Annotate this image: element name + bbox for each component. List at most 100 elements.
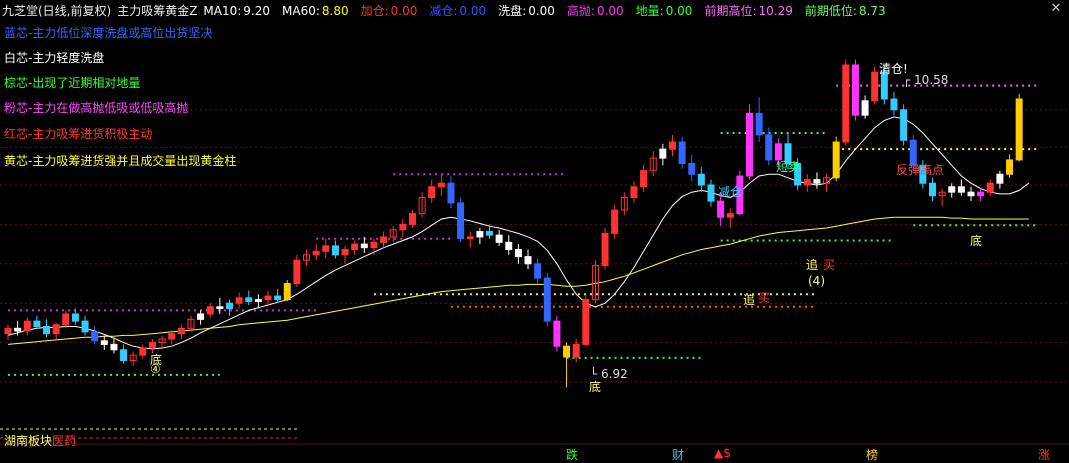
candle-body	[283, 283, 291, 301]
indicator-field-value: 9.20	[243, 3, 271, 18]
candle-body	[437, 182, 445, 188]
label-di-2: 底	[589, 380, 602, 394]
candle-body	[495, 234, 503, 243]
candle	[62, 310, 70, 329]
candle-body	[148, 342, 156, 349]
legend-pink-text: 粉芯-主力在做高抛低吸或低吸高抛	[4, 101, 189, 115]
candle-body	[216, 306, 224, 310]
candle-body	[986, 182, 994, 193]
tag-zhang[interactable]: 涨	[1038, 446, 1050, 463]
indicator-field-value: 0.00	[390, 3, 418, 18]
candle-body	[996, 173, 1004, 184]
candle	[23, 317, 31, 336]
candle-body	[803, 179, 811, 186]
candle-body	[254, 299, 262, 302]
label-jiancang: 减仓	[718, 185, 743, 199]
candle-body	[668, 141, 676, 150]
candle-body	[1015, 98, 1023, 161]
candle-body	[563, 345, 571, 358]
candle	[707, 179, 715, 207]
candle-body	[697, 173, 705, 186]
candle-body	[225, 302, 233, 310]
candle-body	[110, 343, 118, 351]
candle-body	[360, 243, 368, 249]
indicator-field-label: 前期低位:	[804, 3, 857, 18]
candle-body	[447, 182, 455, 204]
indicator-name[interactable]: 主力吸筹黄金Z	[117, 2, 197, 19]
candle-body	[524, 256, 532, 265]
candle	[726, 208, 734, 228]
candle-body	[33, 320, 41, 327]
candle	[110, 339, 118, 354]
candle-body	[678, 141, 686, 164]
candle	[649, 150, 657, 177]
candle-body	[813, 179, 821, 184]
candle-body	[235, 297, 243, 304]
candle-body	[765, 134, 773, 161]
candle-body	[139, 347, 147, 356]
tag-bang[interactable]: 榜	[866, 446, 878, 463]
candle	[591, 260, 599, 304]
indicator-field-label: MA10:	[203, 3, 242, 18]
candle	[322, 238, 330, 259]
candle	[341, 245, 349, 264]
candle	[370, 238, 378, 255]
candle	[380, 231, 388, 248]
indicator-field: 高抛: 0.00	[567, 4, 630, 18]
candle-body	[81, 320, 89, 333]
legend-pink: 粉芯-主力在做高抛低吸或低吸高抛	[4, 99, 188, 116]
candle	[389, 226, 397, 243]
candle	[437, 174, 445, 196]
header-bar: 九芝堂(日线,前复权) 主力吸筹黄金Z MA10: 9.20 MA60: 8.80 加仓…	[0, 0, 1069, 20]
candle-body	[43, 325, 51, 335]
close-icon[interactable]: ✕	[1049, 2, 1063, 16]
candle	[139, 344, 147, 359]
candlestick-chart[interactable]	[0, 0, 1069, 463]
candle-body	[4, 327, 12, 335]
candle	[832, 136, 840, 182]
candle-body	[572, 343, 580, 358]
candle	[524, 249, 532, 270]
candle	[274, 288, 282, 304]
sector-hunan[interactable]: 湖南板块医药	[4, 432, 76, 449]
candle	[71, 308, 79, 325]
candle-body	[312, 250, 320, 256]
indicator-field-label: 高抛:	[566, 3, 595, 18]
label-mai-1: 买	[758, 291, 771, 305]
candle	[746, 104, 754, 180]
candle-body	[746, 112, 754, 177]
candle	[351, 240, 359, 255]
tag-die[interactable]: 跌	[566, 446, 578, 463]
candle	[957, 179, 965, 196]
candle	[254, 294, 262, 309]
candle	[534, 258, 542, 284]
candle-body	[688, 162, 696, 175]
candle-body	[707, 184, 715, 202]
low-price-value: 6.92	[601, 367, 628, 381]
candle-body	[197, 313, 205, 320]
candle	[1006, 154, 1014, 178]
candle-body	[91, 331, 99, 342]
candle-body	[1006, 159, 1014, 175]
candle	[177, 324, 185, 340]
candle	[100, 335, 108, 350]
candle	[861, 95, 869, 119]
indicator-field-label: 加仓:	[360, 3, 389, 18]
tag-dollar[interactable]: ▲$	[714, 446, 731, 460]
candle	[52, 322, 60, 340]
candle	[33, 315, 41, 329]
legend-blue-text: 蓝芯-主力低位深度洗盘或高位出货坚决	[4, 26, 213, 40]
ma60-line-group	[7, 216, 1029, 345]
candle-body	[120, 349, 128, 362]
app-title: 九芝堂(日线,前复权)	[2, 3, 112, 18]
candle-body	[341, 248, 349, 256]
label-circle-1: ④	[150, 362, 161, 376]
indicator-field-value: 0.00	[665, 3, 693, 18]
legend-red-text: 红芯-主力吸筹进货积极主动	[4, 127, 153, 141]
candle	[967, 186, 975, 202]
legend-yellow: 黄芯-主力吸筹进货强并且成交量出现黄金柱	[4, 152, 236, 169]
indicator-field: 洗盘: 0.00	[498, 4, 561, 18]
tag-cai[interactable]: 财	[672, 446, 684, 463]
indicator-field-value: 0.00	[459, 3, 487, 18]
candle	[466, 231, 474, 248]
